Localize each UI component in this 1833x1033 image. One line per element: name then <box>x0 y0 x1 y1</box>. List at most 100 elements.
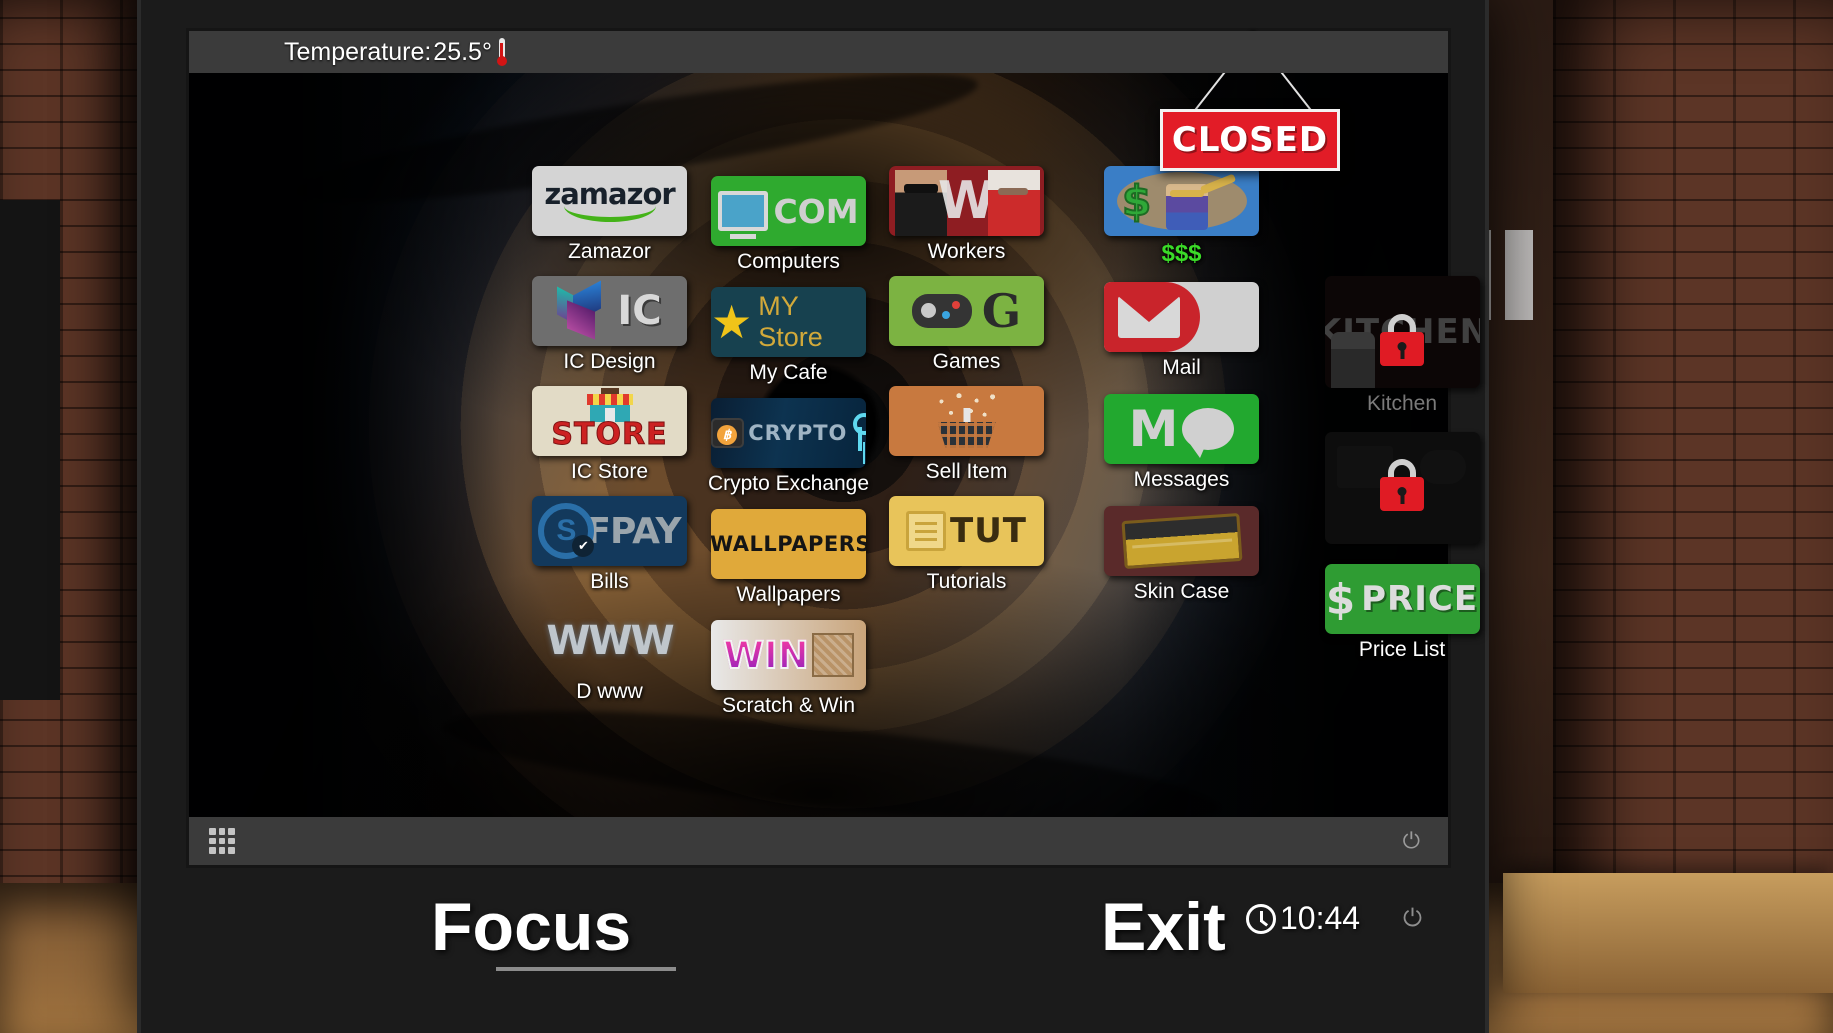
clock-icon <box>1246 903 1276 934</box>
power-icon[interactable]: ⏻ <box>1403 828 1420 854</box>
scratch-card-icon: WIN <box>711 620 866 690</box>
app-label: Messages <box>1133 468 1230 491</box>
app-label: Workers <box>927 240 1006 263</box>
shopping-basket-icon <box>889 386 1044 456</box>
monitor-frame: Temperature: 25.5° CLOSED zamazor Zamazo… <box>137 0 1489 1033</box>
app-label: Sell Item <box>925 460 1008 483</box>
app-sell-item[interactable]: Sell Item <box>889 386 1044 484</box>
monitor-screen: Temperature: 25.5° CLOSED zamazor Zamazo… <box>186 28 1480 868</box>
app-label: Wallpapers <box>736 583 841 606</box>
app-label: $$$ <box>1161 240 1202 267</box>
fpay-logo-icon: S ✔ FPAY <box>532 496 687 566</box>
app-scratch-and-win[interactable]: WIN Scratch & Win <box>711 620 866 718</box>
ic-wordmark: IC <box>617 288 662 334</box>
zamazor-wordmark: zamazor <box>544 177 675 211</box>
app-zamazor[interactable]: zamazor Zamazor <box>532 166 687 264</box>
app-my-cafe[interactable]: ★ MY Store My Cafe <box>711 287 866 385</box>
tut-wordmark: TUT <box>950 511 1027 551</box>
app-kitchen-locked[interactable]: KITCHEN Kitchen <box>1324 276 1480 416</box>
focus-underline <box>496 967 676 971</box>
app-price-list[interactable]: $ PRICE Price List <box>1324 564 1480 662</box>
app-d-www[interactable]: WWW D www <box>532 606 687 704</box>
clock-time: 10:44 <box>1280 900 1361 936</box>
temperature-label: Temperature: <box>284 37 432 66</box>
speech-bubble-icon: M <box>1104 394 1259 464</box>
app-label: Zamazor <box>568 240 651 263</box>
win-wordmark: WIN <box>722 633 810 678</box>
app-messages[interactable]: M Messages <box>1104 394 1259 492</box>
lock-icon <box>1376 314 1428 367</box>
app-mail[interactable]: Mail <box>1104 282 1259 380</box>
fpay-wordmark: FPAY <box>586 510 681 552</box>
zamazor-swoosh-icon <box>563 206 656 222</box>
app-locked-2[interactable] <box>1324 432 1480 548</box>
app-ic-design[interactable]: IC IC Design <box>532 276 687 374</box>
games-wordmark: G <box>981 284 1022 338</box>
app-games[interactable]: G Games <box>889 276 1044 374</box>
crypto-wordmark: CRYPTO <box>748 421 848 445</box>
store-wordmark: STORE <box>551 417 668 453</box>
dark-object-left <box>0 200 60 700</box>
my-store-wordmark: MY Store <box>758 291 823 352</box>
folder-icon: TUT <box>889 496 1044 566</box>
app-label: Skin Case <box>1133 580 1230 603</box>
app-skin-case[interactable]: Skin Case <box>1104 506 1259 604</box>
price-wordmark: PRICE <box>1361 579 1479 619</box>
app-label: Mail <box>1162 356 1201 379</box>
clock: 10:44 <box>1246 900 1360 937</box>
app-label: Tutorials <box>926 570 1007 593</box>
app-label: Crypto Exchange <box>707 472 870 495</box>
closed-plate: CLOSED <box>1160 109 1340 171</box>
app-label: My Cafe <box>749 361 828 384</box>
status-bar: Temperature: 25.5° <box>189 31 1448 73</box>
icon-column-4: $ $$$ Mail M Messages Skin Case <box>1094 166 1269 604</box>
app-bills[interactable]: S ✔ FPAY Bills <box>532 496 687 594</box>
icon-column-3: W Workers G Games Sell Item TUT Tutorial… <box>879 166 1054 594</box>
storefront-icon: STORE <box>532 386 687 456</box>
app-crypto-exchange[interactable]: ฿ CRYPTO Crypto Exchange <box>708 398 869 496</box>
workers-wordmark: W <box>937 171 996 231</box>
app-label: IC Design <box>563 350 656 373</box>
gamepad-icon: G <box>889 276 1044 346</box>
app-label: IC Store <box>570 460 649 483</box>
app-computers[interactable]: COM Computers <box>711 176 866 274</box>
app-label: D www <box>576 680 643 703</box>
worker-characters-icon: W <box>889 166 1044 236</box>
app-label: Scratch & Win <box>721 694 856 717</box>
app-label: Games <box>932 350 1001 373</box>
app-tutorials[interactable]: TUT Tutorials <box>889 496 1044 594</box>
exit-button[interactable]: Exit <box>1101 888 1226 966</box>
desk <box>1503 873 1833 993</box>
app-label: Kitchen <box>1366 392 1438 415</box>
photo-landscape-icon: WALLPAPERS <box>711 509 866 579</box>
icon-column-1: zamazor Zamazor IC IC Design STORE IC St… <box>522 166 697 704</box>
app-label: Computers <box>737 250 840 273</box>
shutdown-icon[interactable]: ⏻ <box>1403 905 1422 933</box>
app-label: Bills <box>590 570 629 593</box>
app-ic-store[interactable]: STORE IC Store <box>532 386 687 484</box>
ic-design-prism-icon: IC <box>532 276 687 346</box>
dollar-price-icon: $ PRICE <box>1324 564 1480 634</box>
bitcoin-wallet-key-icon: ฿ CRYPTO <box>711 398 866 468</box>
gold-star-icon: ★ MY Store <box>711 287 866 357</box>
com-wordmark: COM <box>773 191 859 231</box>
app-wallpapers[interactable]: WALLPAPERS Wallpapers <box>711 509 866 607</box>
envelope-icon <box>1104 282 1259 352</box>
messages-wordmark: M <box>1128 400 1179 458</box>
focus-button[interactable]: Focus <box>431 888 631 966</box>
www-wordmark: WWW <box>546 618 674 664</box>
temperature-indicator: Temperature: 25.5° <box>284 38 507 67</box>
apps-grid-icon[interactable] <box>209 828 235 854</box>
taskbar: ⏻ <box>189 817 1448 865</box>
wallpapers-wordmark: WALLPAPERS <box>711 532 866 556</box>
icon-column-2: COM Computers ★ MY Store My Cafe ฿ CRYPT… <box>701 176 876 718</box>
lock-icon <box>1376 459 1428 512</box>
briefcase-case-icon <box>1104 506 1259 576</box>
www-icon: WWW <box>532 606 687 676</box>
icon-column-5: KITCHEN Kitchen $ PRICE <box>1307 276 1497 662</box>
thermometer-icon <box>496 38 507 66</box>
desktop-computer-icon: COM <box>711 176 866 246</box>
app-label: Price List <box>1358 638 1446 661</box>
zamazor-logo-icon: zamazor <box>532 166 687 236</box>
app-workers[interactable]: W Workers <box>889 166 1044 264</box>
